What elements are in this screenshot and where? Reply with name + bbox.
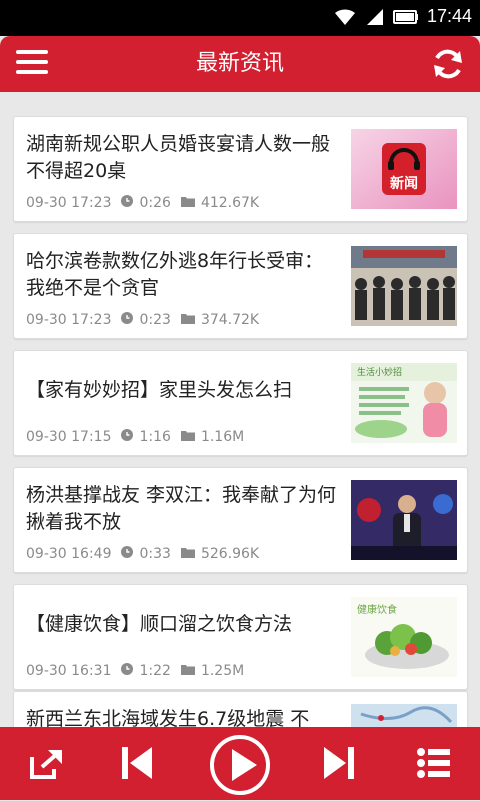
news-thumbnail (351, 480, 457, 560)
news-meta: 09-30 17:23 0:26 412.67K (26, 195, 259, 211)
news-meta: 09-30 16:49 0:33 526.96K (26, 546, 259, 562)
news-item[interactable]: 哈尔滨卷款数亿外逃8年行长受审：我绝不是个贪官 09-30 17:23 0:23… (13, 233, 468, 339)
battery-icon (392, 9, 419, 25)
next-icon[interactable] (322, 745, 356, 785)
news-date: 09-30 17:23 (26, 195, 112, 211)
news-size: 1.25M (200, 663, 245, 679)
news-date: 09-30 17:15 (26, 429, 112, 445)
news-thumbnail: 健康饮食 (351, 597, 457, 677)
news-date: 09-30 16:49 (26, 546, 112, 562)
news-date: 09-30 17:23 (26, 312, 112, 328)
folder-icon (180, 195, 195, 211)
news-thumbnail: 生活小妙招 (351, 363, 457, 443)
news-list[interactable]: 湖南新规公职人员婚丧宴请人数一般不得超20桌 09-30 17:23 0:26 … (0, 92, 480, 727)
clock-icon (121, 546, 134, 562)
news-size: 1.16M (200, 429, 245, 445)
clock-icon (121, 195, 134, 211)
news-title: 【家有妙妙招】家里头发怎么扫 (26, 379, 293, 401)
share-icon[interactable] (28, 747, 64, 785)
news-duration: 1:16 (139, 429, 171, 445)
clock-icon (121, 312, 134, 328)
news-item[interactable]: 湖南新规公职人员婚丧宴请人数一般不得超20桌 09-30 17:23 0:26 … (13, 116, 468, 222)
news-duration: 0:33 (139, 546, 171, 562)
news-size: 526.96K (200, 546, 260, 562)
news-thumbnail: 新闻 (351, 129, 457, 209)
news-size: 374.72K (200, 312, 260, 328)
thumb-caption: 健康饮食 (357, 605, 397, 616)
news-title: 哈尔滨卷款数亿外逃8年行长受审：我绝不是个贪官 (26, 250, 324, 299)
news-size: 412.67K (200, 195, 260, 211)
thumb-caption: 生活小妙招 (357, 368, 403, 378)
news-item[interactable]: 【家有妙妙招】家里头发怎么扫 09-30 17:15 1:16 1.16M 生活… (13, 350, 468, 456)
signal-icon (365, 7, 385, 27)
clock-icon (121, 429, 134, 445)
page-title: 最新资讯 (195, 51, 284, 76)
news-item[interactable]: 杨洪基撑战友 李双江：我奉献了为何揪着我不放 09-30 16:49 0:33 … (13, 467, 468, 573)
news-duration: 0:26 (139, 195, 171, 211)
playlist-icon[interactable] (416, 745, 452, 785)
news-item[interactable]: 【健康饮食】顺口溜之饮食方法 09-30 16:31 1:22 1.25M 健康… (13, 584, 468, 690)
news-duration: 1:22 (139, 663, 171, 679)
news-thumbnail (351, 246, 457, 326)
clock-icon (121, 663, 134, 679)
news-meta: 09-30 17:23 0:23 374.72K (26, 312, 259, 328)
folder-icon (180, 429, 195, 445)
news-title: 杨洪基撑战友 李双江：我奉献了为何揪着我不放 (26, 484, 337, 533)
folder-icon (180, 546, 195, 562)
news-meta: 09-30 17:15 1:16 1.16M (26, 429, 244, 445)
news-thumbnail (351, 704, 457, 727)
news-duration: 0:23 (139, 312, 171, 328)
news-title: 湖南新规公职人员婚丧宴请人数一般不得超20桌 (26, 133, 331, 182)
wifi-icon (333, 7, 357, 27)
news-title: 新西兰东北海域发生6.7级地震 不 (26, 708, 310, 727)
play-button[interactable] (208, 733, 272, 801)
status-bar: 17:44 (0, 0, 480, 36)
news-meta: 09-30 16:31 1:22 1.25M (26, 663, 244, 679)
news-title: 【健康饮食】顺口溜之饮食方法 (26, 613, 293, 635)
news-date: 09-30 16:31 (26, 663, 112, 679)
app-header: 最新资讯 (0, 36, 480, 92)
folder-icon (180, 663, 195, 679)
player-bar (0, 727, 480, 800)
news-item[interactable]: 新西兰东北海域发生6.7级地震 不 (13, 691, 468, 727)
status-time: 17:44 (426, 6, 472, 26)
folder-icon (180, 312, 195, 328)
previous-icon[interactable] (120, 745, 154, 785)
news-logo-text: 新闻 (390, 176, 418, 192)
refresh-icon[interactable] (430, 46, 466, 82)
